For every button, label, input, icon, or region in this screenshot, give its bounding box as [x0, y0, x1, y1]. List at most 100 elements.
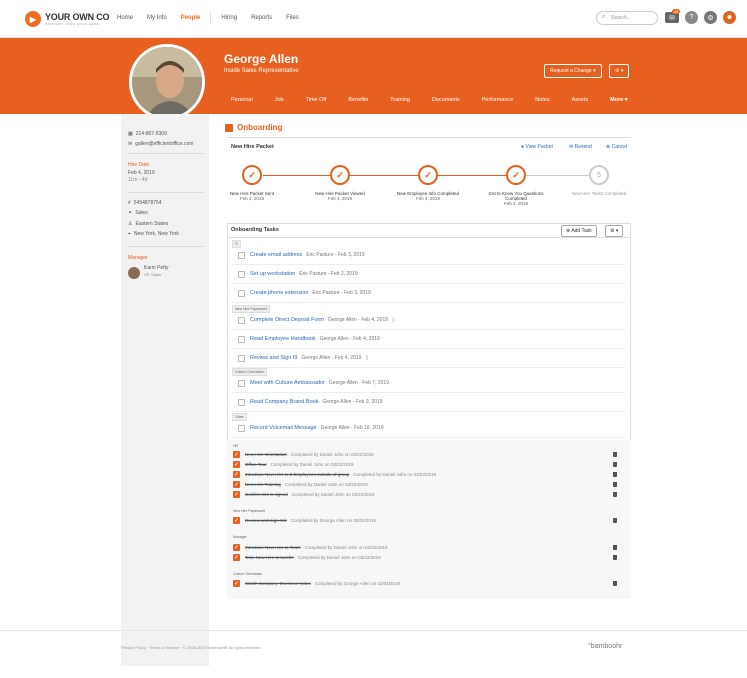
step-info-completed: ✓ New Employee Info Completed Feb 4, 201… — [393, 165, 463, 201]
task-title[interactable]: Read Employee Handbook — [250, 336, 316, 342]
checked-checkbox[interactable]: ✓ — [233, 491, 240, 498]
tasks-gear-button[interactable]: ⚙ ▾ — [605, 225, 624, 237]
employee-role: Inside Sales Representative — [224, 68, 299, 74]
hire-date-label: Hire Date — [128, 162, 150, 168]
trash-icon[interactable] — [613, 581, 617, 586]
profile-gear-button[interactable]: ⚙ ▾ — [609, 64, 630, 78]
completed-group-label: Manager — [233, 535, 247, 539]
tab-performance[interactable]: Performance — [482, 97, 514, 103]
employee-id: 5454878754 — [133, 200, 162, 206]
attachment-icon[interactable]: ▯ — [365, 355, 368, 361]
tab-notes[interactable]: Notes — [535, 97, 549, 103]
checked-checkbox[interactable]: ✓ — [233, 544, 240, 551]
tab-time-off[interactable]: Time Off — [306, 97, 327, 103]
completed-task-row: ✓ New Hire Orientation Completed by Daniel… — [233, 451, 374, 458]
task-checkbox[interactable] — [238, 379, 245, 387]
logo-sub-text: COMPANY LOGO GOES HERE — [45, 21, 100, 26]
task-checkbox[interactable] — [238, 251, 245, 259]
footer-links[interactable]: Privacy Policy · Terms of Service · © 20… — [121, 645, 261, 650]
task-title[interactable]: Read Company Brand Book — [250, 399, 318, 405]
completed-group-label: New Hire Paperwork — [233, 509, 266, 513]
task-checkbox[interactable] — [238, 270, 245, 278]
nav-files[interactable]: Files — [286, 15, 299, 25]
division: Eastern States — [135, 221, 169, 227]
trash-icon[interactable] — [613, 518, 617, 523]
task-checkbox[interactable] — [238, 398, 245, 406]
task-title[interactable]: Meet with Culture Ambassador — [250, 380, 325, 386]
task-checkbox[interactable] — [238, 316, 245, 324]
tab-personal[interactable]: Personal — [231, 97, 253, 103]
task-checkbox[interactable] — [238, 424, 245, 432]
completed-task-row: ✓ Watch Company Overview Video Completed b… — [233, 580, 400, 587]
checked-checkbox[interactable]: ✓ — [233, 461, 240, 468]
bamboohr-logo[interactable]: °bamboohr — [588, 643, 622, 650]
task-checkbox[interactable] — [238, 289, 245, 297]
manager-avatar[interactable] — [128, 267, 140, 279]
phone-number[interactable]: 214-867-5309 — [136, 131, 167, 137]
logo-main-text: YOUR OWN CO — [45, 11, 110, 22]
company-logo[interactable]: ▶ YOUR OWN CO COMPANY LOGO GOES HERE — [25, 11, 110, 27]
trash-icon[interactable] — [613, 492, 617, 497]
email-address[interactable]: gallen@efficientoffice.com — [135, 141, 193, 147]
tab-assets[interactable]: Assets — [572, 97, 589, 103]
checked-checkbox[interactable]: ✓ — [233, 481, 240, 488]
completed-task-row: ✓ Take New Hire to lunch!! Completed by Da… — [233, 554, 381, 561]
task-checkbox[interactable] — [238, 335, 245, 343]
task-row: Create phone extension Eric Pasture - Feb… — [231, 284, 625, 303]
trash-icon[interactable] — [613, 462, 617, 467]
manager-name[interactable]: Karin Petty — [144, 265, 168, 271]
task-title[interactable]: Set up workstation — [250, 271, 295, 277]
trash-icon[interactable] — [613, 452, 617, 457]
tab-benefits[interactable]: Benefits — [348, 97, 368, 103]
trash-icon[interactable] — [613, 545, 617, 550]
task-title[interactable]: Complete Direct Deposit Form — [250, 317, 324, 323]
employee-name: George Allen — [224, 52, 299, 66]
search-input[interactable]: ⌕ Search... — [596, 11, 658, 25]
add-task-button[interactable]: ⊕ Add Task — [561, 225, 597, 237]
nav-hiring[interactable]: Hiring — [221, 15, 237, 25]
task-row: Record Voicemail Message George Allen - F… — [231, 419, 625, 438]
inbox-icon[interactable]: ✉ 24 — [665, 9, 681, 23]
resend-link[interactable]: ✉ Resend — [569, 144, 592, 150]
task-checkbox[interactable] — [238, 354, 245, 362]
nav-divider — [210, 13, 212, 23]
task-title[interactable]: Record Voicemail Message — [250, 425, 317, 431]
checked-checkbox[interactable]: ✓ — [233, 451, 240, 458]
nav-people[interactable]: People — [181, 15, 201, 25]
search-icon: ⌕ — [602, 14, 606, 20]
help-icon[interactable]: ? — [685, 11, 698, 24]
nav-my-info[interactable]: My Info — [147, 15, 167, 25]
task-title[interactable]: Create email address — [250, 252, 302, 258]
settings-gear-icon[interactable]: ⚙ — [704, 11, 717, 24]
task-title[interactable]: Review and Sign I9 — [250, 355, 297, 361]
logo-icon: ▶ — [25, 11, 41, 27]
trash-icon[interactable] — [613, 472, 617, 477]
tab-documents[interactable]: Documents — [432, 97, 460, 103]
checked-checkbox[interactable]: ✓ — [233, 580, 240, 587]
cancel-link[interactable]: ⊗ Cancel — [606, 144, 627, 150]
nav-reports[interactable]: Reports — [251, 15, 272, 25]
tab-training[interactable]: Training — [390, 97, 410, 103]
nav-home[interactable]: Home — [117, 15, 133, 25]
tab-job[interactable]: Job — [275, 97, 284, 103]
manager-title: VP, Sales — [144, 272, 162, 277]
user-avatar-icon[interactable]: ☻ — [723, 11, 736, 24]
completed-task-row: ✓ New Hire Training Completed by Daniel Jo… — [233, 481, 368, 488]
check-icon: ✓ — [506, 165, 526, 185]
trash-icon[interactable] — [613, 482, 617, 487]
request-change-button[interactable]: Request a Change ▾ — [544, 64, 602, 78]
checked-checkbox[interactable]: ✓ — [233, 471, 240, 478]
attachment-icon[interactable]: ▯ — [392, 317, 395, 323]
completed-task-row: ✓ Introduce New Hire to Team Completed by … — [233, 544, 388, 551]
checked-checkbox[interactable]: ✓ — [233, 554, 240, 561]
tenure-value: 11m - 4d — [128, 177, 148, 183]
tab-more[interactable]: More ▾ — [610, 97, 627, 103]
main-nav: Home My Info People Hiring Reports Files — [117, 13, 313, 25]
trash-icon[interactable] — [613, 555, 617, 560]
location: New York, New York — [133, 231, 179, 237]
task-title[interactable]: Create phone extension — [250, 290, 308, 296]
view-packet-link[interactable]: ● View Packet — [521, 144, 553, 150]
onboarding-title: Onboarding — [225, 123, 282, 132]
hash-icon: # — [128, 200, 131, 206]
checked-checkbox[interactable]: ✓ — [233, 517, 240, 524]
